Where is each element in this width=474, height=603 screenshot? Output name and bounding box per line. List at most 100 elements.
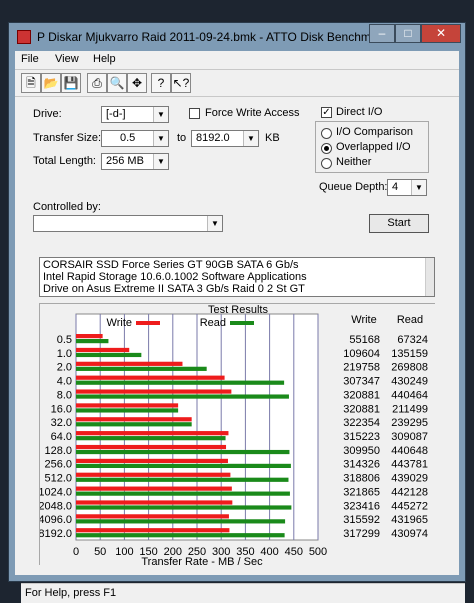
- maximize-button[interactable]: □: [395, 24, 421, 43]
- to-label: to: [177, 132, 187, 144]
- read-value: 439029: [391, 473, 428, 485]
- print-icon[interactable]: ⎙: [87, 73, 107, 93]
- chevron-down-icon: ▼: [411, 180, 426, 195]
- y-tick-label: 512.0: [44, 473, 72, 485]
- context-help-icon[interactable]: ↖?: [171, 73, 191, 93]
- read-value: 309087: [391, 431, 428, 443]
- read-value: 430974: [391, 528, 428, 540]
- write-value: 320881: [343, 403, 380, 415]
- description-scrollbar[interactable]: [425, 258, 434, 296]
- read-bar: [76, 408, 179, 413]
- controlled-by-select[interactable]: ▼: [33, 215, 223, 232]
- queue-depth-select[interactable]: 4 ▼: [387, 179, 427, 196]
- write-value: 322354: [343, 417, 380, 429]
- description-line: CORSAIR SSD Force Series GT 90GB SATA 6 …: [43, 259, 299, 271]
- y-tick-label: 1.0: [57, 348, 72, 360]
- queue-depth-value: 4: [392, 181, 399, 193]
- io-comparison-radio[interactable]: [321, 128, 332, 139]
- write-bar: [76, 500, 233, 505]
- write-bar: [76, 334, 103, 339]
- title-bar[interactable]: P Diskar Mjukvarro Raid 2011-09-24.bmk -…: [9, 23, 465, 51]
- read-value: 440648: [391, 445, 428, 457]
- transfer-to-select[interactable]: 8192.0 ▼: [191, 130, 259, 147]
- read-value: 239295: [391, 417, 428, 429]
- write-bar: [76, 361, 183, 366]
- chevron-down-icon: ▼: [153, 131, 168, 146]
- write-value: 315592: [343, 514, 380, 526]
- read-value: 269808: [391, 362, 428, 374]
- total-length-label: Total Length:: [33, 155, 96, 167]
- read-bar: [76, 519, 286, 524]
- write-value: 109604: [343, 348, 380, 360]
- description-line: Drive on Asus Extreme II SATA 3 Gb/s Rai…: [43, 283, 305, 295]
- write-value: 219758: [343, 362, 380, 374]
- print-preview-icon[interactable]: 🔍: [107, 73, 127, 93]
- kb-label: KB: [265, 132, 280, 144]
- write-bar: [76, 389, 232, 394]
- window-title: P Diskar Mjukvarro Raid 2011-09-24.bmk -…: [37, 30, 388, 44]
- menu-file[interactable]: File: [21, 53, 39, 65]
- read-value: 440464: [391, 389, 428, 401]
- status-bar: For Help, press F1: [21, 583, 465, 603]
- start-button[interactable]: Start: [369, 214, 429, 233]
- open-icon[interactable]: 📂: [41, 73, 61, 93]
- force-write-label: Force Write Access: [205, 107, 300, 119]
- menu-help[interactable]: Help: [93, 53, 116, 65]
- help-icon[interactable]: ?: [151, 73, 171, 93]
- write-bar: [76, 458, 228, 463]
- read-value: 445272: [391, 500, 428, 512]
- close-button[interactable]: ✕: [421, 24, 461, 43]
- status-text: For Help, press F1: [25, 587, 117, 599]
- transfer-to-value: 8192.0: [196, 132, 230, 144]
- y-tick-label: 256.0: [44, 459, 72, 471]
- transfer-from-select[interactable]: 0.5 ▼: [101, 130, 169, 147]
- write-value: 309950: [343, 445, 380, 457]
- minimize-button[interactable]: –: [369, 24, 395, 43]
- menu-view[interactable]: View: [55, 53, 79, 65]
- chevron-down-icon: ▼: [153, 107, 168, 122]
- y-tick-label: 8.0: [57, 389, 72, 401]
- x-tick-label: 100: [115, 546, 133, 558]
- x-tick-label: 400: [260, 546, 278, 558]
- force-write-checkbox[interactable]: [189, 108, 200, 119]
- write-value: 323416: [343, 500, 380, 512]
- total-length-value: 256 MB: [106, 155, 144, 167]
- direct-io-checkbox[interactable]: ✓: [321, 107, 332, 118]
- move-icon[interactable]: ✥: [127, 73, 147, 93]
- y-tick-label: 16.0: [51, 403, 72, 415]
- y-tick-label: 2048.0: [40, 500, 72, 512]
- write-bar: [76, 444, 227, 450]
- overlapped-io-radio[interactable]: [321, 143, 332, 154]
- write-bar: [76, 375, 225, 380]
- write-value: 321865: [343, 486, 380, 498]
- queue-depth-label: Queue Depth:: [319, 181, 388, 193]
- write-bar: [76, 472, 231, 477]
- read-bar: [76, 491, 290, 496]
- write-value: 307347: [343, 376, 380, 388]
- direct-io-label: Direct I/O: [336, 106, 383, 118]
- legend-write-swatch: [136, 321, 160, 325]
- write-bar: [76, 486, 232, 491]
- read-value: 430249: [391, 376, 428, 388]
- new-icon[interactable]: 🗎: [21, 73, 41, 93]
- drive-value: [-d-]: [106, 108, 126, 120]
- write-value: 320881: [343, 389, 380, 401]
- write-value: 315223: [343, 431, 380, 443]
- overlapped-io-label: Overlapped I/O: [336, 141, 411, 153]
- description-textarea[interactable]: CORSAIR SSD Force Series GT 90GB SATA 6 …: [39, 257, 435, 297]
- read-bar: [76, 380, 285, 385]
- total-length-select[interactable]: 256 MB ▼: [101, 153, 169, 170]
- write-bar: [76, 347, 130, 353]
- drive-select[interactable]: [-d-] ▼: [101, 106, 169, 123]
- legend-write-label: Write: [107, 317, 132, 329]
- toolbar: 🗎 📂 💾 ⎙ 🔍 ✥ ? ↖?: [15, 69, 459, 97]
- drive-label: Drive:: [33, 108, 62, 120]
- read-bar: [76, 477, 289, 482]
- neither-radio[interactable]: [321, 158, 332, 169]
- y-tick-label: 1024.0: [40, 486, 72, 498]
- write-bar: [76, 403, 179, 408]
- read-bar: [76, 352, 142, 358]
- y-tick-label: 4.0: [57, 376, 72, 388]
- save-icon[interactable]: 💾: [61, 73, 81, 93]
- controlled-by-label: Controlled by:: [33, 201, 101, 213]
